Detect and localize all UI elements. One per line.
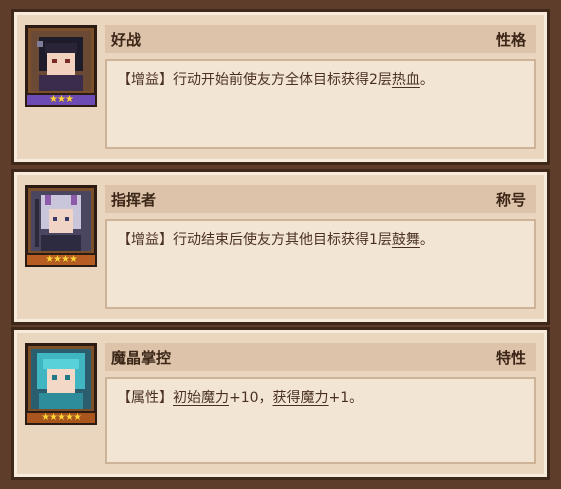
trait-card-haozhan[interactable]: ★★★ 好战 性格 【增益】行动开始前使友方全体目标获得2层热血。 bbox=[11, 9, 550, 165]
trait-panel: ★★★ 好战 性格 【增益】行动开始前使友方全体目标获得2层热血。 ★★★★ 指… bbox=[0, 0, 561, 489]
trait-header: 指挥者 称号 bbox=[105, 185, 536, 213]
trait-name: 魔晶掌控 bbox=[111, 348, 172, 367]
trait-description: 【属性】初始魔力+10，获得魔力+1。 bbox=[105, 377, 536, 464]
trait-category: 性格 bbox=[495, 30, 526, 49]
trait-header: 魔晶掌控 特性 bbox=[105, 343, 536, 371]
trait-name: 指挥者 bbox=[111, 190, 157, 209]
trait-description: 【增益】行动结束后使友方其他目标获得1层鼓舞。 bbox=[105, 219, 536, 309]
star-rating: ★★★★ bbox=[25, 253, 97, 267]
silver-hair-commander-icon bbox=[31, 191, 91, 251]
trait-category: 特性 bbox=[495, 348, 526, 367]
trait-header: 好战 性格 bbox=[105, 25, 536, 53]
keyword-link[interactable]: 热血 bbox=[392, 72, 420, 88]
trait-description: 【增益】行动开始前使友方全体目标获得2层热血。 bbox=[105, 59, 536, 149]
keyword-link[interactable]: 鼓舞 bbox=[392, 232, 420, 248]
teal-hair-mage-icon bbox=[31, 349, 91, 409]
dark-hair-girl-icon bbox=[31, 31, 91, 91]
character-portrait bbox=[25, 343, 97, 415]
trait-name: 好战 bbox=[111, 30, 142, 49]
character-portrait bbox=[25, 25, 97, 97]
character-portrait bbox=[25, 185, 97, 257]
trait-category: 称号 bbox=[495, 190, 526, 209]
star-rating: ★★★★★ bbox=[25, 411, 97, 425]
keyword-link[interactable]: 初始魔力 bbox=[173, 390, 229, 406]
star-rating: ★★★ bbox=[25, 93, 97, 107]
trait-card-zhihuizhe[interactable]: ★★★★ 指挥者 称号 【增益】行动结束后使友方其他目标获得1层鼓舞。 bbox=[11, 169, 550, 325]
trait-card-mojingzhangkong[interactable]: ★★★★★ 魔晶掌控 特性 【属性】初始魔力+10，获得魔力+1。 bbox=[11, 327, 550, 480]
keyword-link[interactable]: 获得魔力 bbox=[273, 390, 329, 406]
